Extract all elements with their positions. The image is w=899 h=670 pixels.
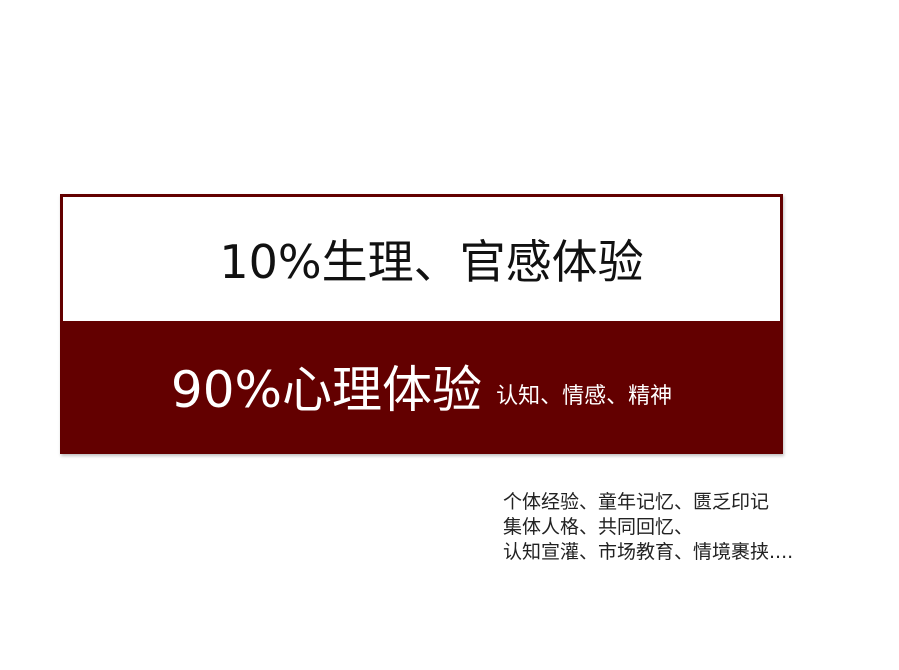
note-line: 认知宣灌、市场教育、情境裹挟.... [503,541,794,563]
psychological-experience-text: 90%心理体验 [170,361,483,419]
notes-block: 个体经验、童年记忆、匮乏印记 集体人格、共同回忆、 认知宣灌、市场教育、情境裹挟… [503,490,883,565]
experience-card: 10%生理、官感体验 90%心理体验 认知、情感、精神 [60,194,783,454]
psychological-experience-row: 90%心理体验 认知、情感、精神 [63,321,780,451]
physiological-experience-row: 10%生理、官感体验 [63,197,780,321]
psychological-experience-subtext: 认知、情感、精神 [496,384,673,409]
note-line: 个体经验、童年记忆、匮乏印记 [503,491,770,513]
physiological-experience-text: 10%生理、官感体验 [219,235,644,289]
note-line: 集体人格、共同回忆、 [503,516,694,538]
